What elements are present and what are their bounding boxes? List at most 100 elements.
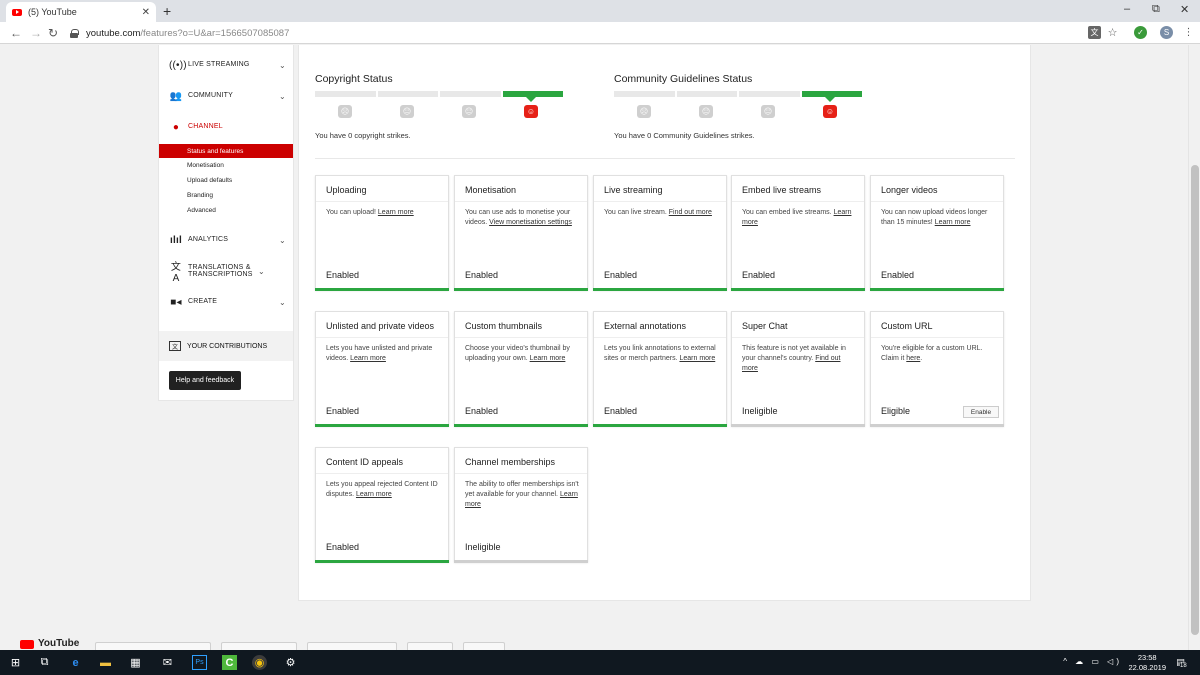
tile-status: Enabled [881,270,915,280]
community-status-title: Community Guidelines Status [614,73,753,85]
sidebar-item-label: COMMUNITY [188,92,233,100]
sidebar-item-create[interactable]: ■◂ CREATE ⌄ [159,287,293,317]
footer-help-button[interactable] [463,642,505,650]
footer-language-button[interactable] [95,642,211,650]
sidebar-subitem-status-and-features[interactable]: Status and features [159,144,293,158]
sidebar-subitem-advanced[interactable]: Advanced [159,203,293,217]
tile-divider [455,201,587,202]
system-tray-icons[interactable]: ^ ☁ ▭ ◁) [1063,657,1122,666]
close-window-button[interactable]: ✕ [1180,3,1189,16]
new-tab-button[interactable]: + [163,3,171,19]
notification-count: 18 [1180,663,1187,669]
sidebar-item-live-streaming[interactable]: ((•)) LIVE STREAMING ⌄ [159,50,293,80]
footer-history-button[interactable] [407,642,453,650]
status-bar-enabled [315,424,449,427]
tile-description: Lets you have unlisted and private video… [326,344,442,364]
status-bar-enabled [593,424,727,427]
sidebar-item-label: LIVE STREAMING [188,61,250,69]
tile-divider [871,201,1003,202]
sidebar-item-your-contributions[interactable]: 文 YOUR CONTRIBUTIONS [159,331,293,361]
tile-description: You can live stream. Find out more [604,208,720,218]
feature-tile-custom-thumbnails: Custom thumbnails Choose your video's th… [454,311,588,427]
tile-title: Custom thumbnails [465,321,543,331]
tile-divider [455,473,587,474]
url-field[interactable]: youtube.com /features?o=U&ar=15665070850… [62,25,1072,41]
task-view-icon[interactable]: ⧉ [37,655,52,670]
clock-time: 23:58 [1137,653,1157,662]
footer-location-button[interactable] [221,642,297,650]
sidebar-item-channel[interactable]: ● CHANNEL [159,112,293,142]
contributions-icon: 文 [169,341,181,351]
enable-custom-url-button[interactable]: Enable [963,406,999,418]
view-monetisation-settings-link[interactable]: View monetisation settings [489,219,572,226]
scrollbar-thumb[interactable] [1191,165,1199,635]
tile-title: Custom URL [881,321,933,331]
browser-tab[interactable]: (5) YouTube ✕ [6,2,156,22]
footer-restricted-mode-button[interactable] [307,642,397,650]
tile-title: Uploading [326,185,367,195]
sidebar-item-label: CREATE [188,298,218,306]
learn-more-link[interactable]: Learn more [935,219,971,226]
page-scrollbar[interactable] [1188,45,1200,650]
back-arrow-icon[interactable]: ← [10,26,22,40]
find-out-more-link[interactable]: Find out more [669,209,712,216]
steam-icon[interactable]: ⚙ [283,655,298,670]
claim-here-link[interactable]: here [906,355,920,362]
menu-kebab-icon[interactable]: ⋮ [1182,26,1195,39]
tile-divider [316,473,448,474]
windows-start-icon[interactable]: ⊞ [8,655,23,670]
tile-divider [871,337,1003,338]
sidebar-item-community[interactable]: 👥 COMMUNITY ⌄ [159,81,293,111]
taskbar-clock[interactable]: 23:58 22.08.2019 [1128,653,1166,673]
sidebar-subitem-branding[interactable]: Branding [159,188,293,202]
help-and-feedback-button[interactable]: Help and feedback [169,371,241,390]
status-bar-enabled [315,560,449,563]
sad-face-icon: ☹ [338,105,352,118]
forward-arrow-icon[interactable]: → [30,26,42,40]
strike-segment [676,91,737,97]
chevron-down-icon: ⌄ [258,266,265,276]
file-explorer-icon[interactable]: ▬ [98,655,113,670]
community-pointer-icon [825,97,835,102]
bar-chart-icon: ılıl [170,234,182,246]
status-bar-enabled [870,288,1004,291]
bookmark-star-icon[interactable]: ☆ [1106,26,1119,39]
tile-title: Embed live streams [742,185,822,195]
sidebar-subitem-monetisation[interactable]: Monetisation [159,158,293,172]
tile-status: Enabled [326,542,360,552]
learn-more-link[interactable]: Learn more [530,355,566,362]
neutral-face-icon: 😐 [400,105,414,118]
sidebar-item-translations[interactable]: 文A TRANSLATIONS & TRANSCRIPTIONS ⌄ [159,256,293,286]
reload-icon[interactable]: ↻ [48,26,58,40]
strike-segment [614,91,675,97]
learn-more-link[interactable]: Learn more [679,355,715,362]
profile-avatar[interactable]: S [1160,26,1173,39]
minimize-button[interactable]: – [1124,3,1130,15]
chrome-browser-icon[interactable]: ◉ [252,655,267,670]
feature-tile-embed-live-streams: Embed live streams You can embed live st… [731,175,865,291]
tile-divider [316,201,448,202]
tab-close-icon[interactable]: ✕ [142,7,150,18]
copyright-status-text: You have 0 copyright strikes. [315,131,411,140]
sad-face-icon: ☹ [637,105,651,118]
sidebar-subitem-upload-defaults[interactable]: Upload defaults [159,173,293,187]
store-icon[interactable]: ▦ [128,655,143,670]
learn-more-link[interactable]: Learn more [356,491,392,498]
translate-icon[interactable]: 文 [1088,26,1101,39]
learn-more-link[interactable]: Learn more [350,355,386,362]
feature-tile-content-id-appeals: Content ID appeals Lets you appeal rejec… [315,447,449,563]
translate-icon: 文A [170,262,182,284]
photoshop-icon[interactable]: Ps [192,655,207,670]
sidebar-item-analytics[interactable]: ılıl ANALYTICS ⌄ [159,225,293,255]
extension-shield-icon[interactable]: ✓ [1134,26,1147,39]
mail-icon[interactable]: ✉ [160,655,175,670]
tile-title: Monetisation [465,185,517,195]
tile-status: Enabled [326,406,360,416]
maximize-button[interactable]: ⧉ [1152,3,1160,16]
tile-status: Enabled [326,270,360,280]
edge-browser-icon[interactable]: e [68,655,83,670]
tile-divider [594,201,726,202]
tile-title: Live streaming [604,185,663,195]
camtasia-icon[interactable]: C [222,655,237,670]
learn-more-link[interactable]: Learn more [378,209,414,216]
